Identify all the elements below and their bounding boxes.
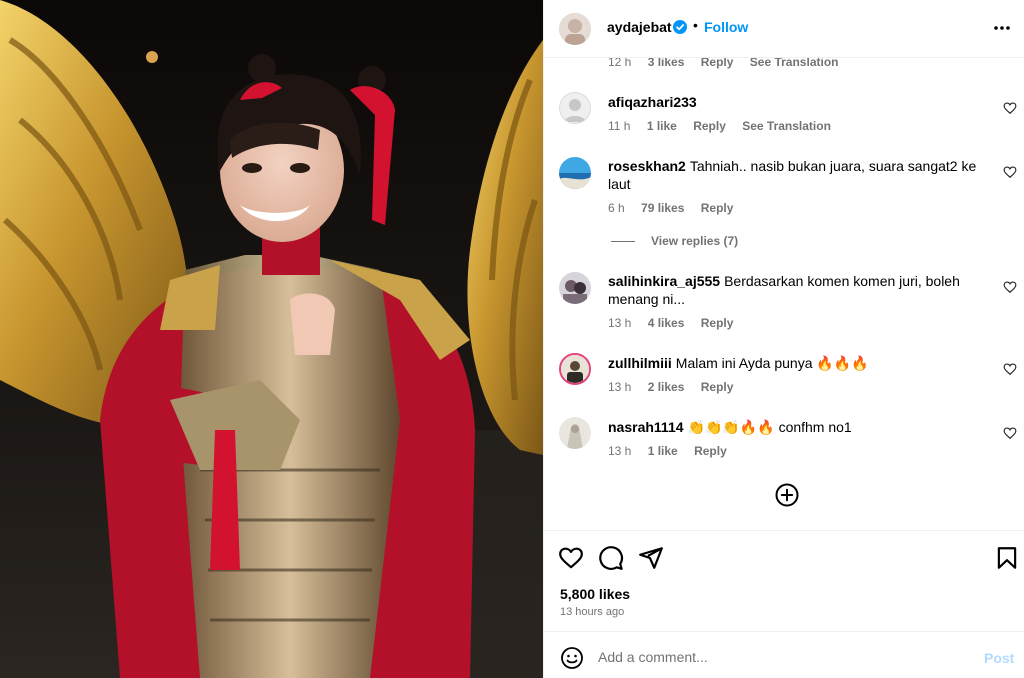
see-translation-button[interactable]: See Translation xyxy=(750,58,839,69)
comment-like-heart-icon[interactable] xyxy=(1003,426,1017,440)
header-separator: • xyxy=(693,17,698,33)
comment-username[interactable]: nasrah1114 xyxy=(608,419,684,435)
comment-likes[interactable]: 79 likes xyxy=(641,201,684,215)
comment-likes[interactable]: 3 likes xyxy=(648,58,685,69)
reply-button[interactable]: Reply xyxy=(701,380,734,394)
comment-like-heart-icon[interactable] xyxy=(1003,165,1017,179)
comment-meta: 6 h 79 likes Reply xyxy=(608,201,746,215)
post-photo[interactable] xyxy=(0,0,543,678)
post-likes-count[interactable]: 5,800 likes xyxy=(560,586,630,602)
post-photo-illustration xyxy=(0,0,543,678)
reply-button[interactable]: Reply xyxy=(693,119,726,133)
post-header: aydajebat • Follow xyxy=(544,0,1024,58)
commenter-avatar[interactable] xyxy=(559,417,591,449)
more-horizontal-icon[interactable] xyxy=(992,18,1012,38)
comment-likes[interactable]: 2 likes xyxy=(648,380,685,394)
emoji-icon[interactable] xyxy=(560,646,584,670)
comment-icon[interactable] xyxy=(598,545,624,571)
partial-comment-meta: 12 h 3 likes Reply See Translation xyxy=(608,58,851,69)
post-timestamp[interactable]: 13 hours ago xyxy=(560,606,624,618)
comment-username[interactable]: roseskhan2 xyxy=(608,158,686,174)
replies-divider-line xyxy=(611,241,635,243)
follow-button[interactable]: Follow xyxy=(704,19,748,35)
comment-username[interactable]: salihinkira_aj555 xyxy=(608,273,720,289)
add-comment-bar: Post xyxy=(544,631,1024,678)
comment-like-heart-icon[interactable] xyxy=(1003,101,1017,115)
reply-button[interactable]: Reply xyxy=(701,316,734,330)
view-replies-label: View replies (7) xyxy=(651,234,739,248)
comment-likes[interactable]: 1 like xyxy=(648,444,678,458)
heart-icon[interactable] xyxy=(558,545,584,571)
comment-like-heart-icon[interactable] xyxy=(1003,362,1017,376)
reply-button[interactable]: Reply xyxy=(701,201,734,215)
comment-time: 13 h xyxy=(608,444,632,458)
send-icon[interactable] xyxy=(638,545,664,571)
comment-likes[interactable]: 4 likes xyxy=(648,316,685,330)
author-username[interactable]: aydajebat xyxy=(607,19,672,35)
comment-time: 12 h xyxy=(608,58,632,69)
instagram-post-view: aydajebat • Follow 12 h 3 likes Reply Se… xyxy=(0,0,1024,678)
comment-meta: 13 h 2 likes Reply xyxy=(608,380,746,394)
comment-meta: 13 h 1 like Reply xyxy=(608,444,740,458)
view-replies-button[interactable]: View replies (7) xyxy=(611,234,738,248)
reply-button[interactable]: Reply xyxy=(701,58,734,69)
verified-badge-icon xyxy=(673,20,687,34)
add-comment-input[interactable] xyxy=(598,645,968,669)
comment-meta: 13 h 4 likes Reply xyxy=(608,316,746,330)
comment-time: 6 h xyxy=(608,201,625,215)
commenter-avatar[interactable] xyxy=(559,157,591,189)
comments-list[interactable]: 12 h 3 likes Reply See Translation afiqa… xyxy=(544,58,1024,530)
comment-time: 13 h xyxy=(608,380,632,394)
comment-text: Malam ini Ayda punya 🔥🔥🔥 xyxy=(675,355,869,371)
comment-meta: 11 h 1 like Reply See Translation xyxy=(608,119,844,133)
bookmark-icon[interactable] xyxy=(994,545,1020,571)
comment-username[interactable]: zullhilmiii xyxy=(608,355,672,371)
comment-text: 👏👏👏🔥🔥 confhm no1 xyxy=(687,419,852,435)
commenter-avatar[interactable] xyxy=(559,92,591,124)
comment-time: 13 h xyxy=(608,316,632,330)
post-actions: 5,800 likes 13 hours ago xyxy=(544,530,1024,630)
comment-like-heart-icon[interactable] xyxy=(1003,280,1017,294)
comment-username[interactable]: afiqazhari233 xyxy=(608,94,697,110)
comment-likes[interactable]: 1 like xyxy=(647,119,677,133)
plus-circle-icon[interactable] xyxy=(775,483,799,507)
commenter-avatar[interactable] xyxy=(559,353,591,385)
see-translation-button[interactable]: See Translation xyxy=(742,119,831,133)
author-avatar[interactable] xyxy=(559,13,591,45)
commenter-avatar[interactable] xyxy=(559,272,591,304)
post-side-panel: aydajebat • Follow 12 h 3 likes Reply Se… xyxy=(543,0,1024,678)
comment-time: 11 h xyxy=(608,119,631,133)
reply-button[interactable]: Reply xyxy=(694,444,727,458)
post-comment-button[interactable]: Post xyxy=(984,650,1014,666)
